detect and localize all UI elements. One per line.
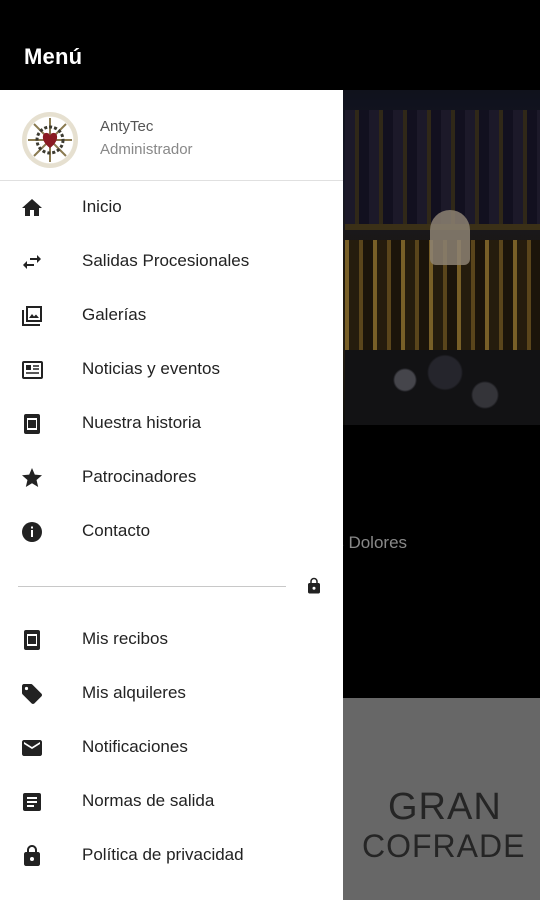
menu-item-label: Patrocinadores [82,467,197,486]
menu-item-patrocinadores[interactable]: Patrocinadores [0,451,343,505]
app-bar: Menú [0,0,540,90]
navigation-drawer: AntyTec Administrador Inicio Salidas Pro… [0,90,343,900]
lock-icon [20,844,44,868]
drawer-header: AntyTec Administrador [0,90,343,181]
private-section-lock-icon [305,577,323,595]
menu-item-galerias[interactable]: Galerías [0,289,343,343]
menu-item-notificaciones[interactable]: Notificaciones [0,721,343,775]
menu-item-label: Política de privacidad [82,845,244,864]
menu-item-noticias[interactable]: Noticias y eventos [0,343,343,397]
document-icon [20,790,44,814]
menu-item-label: Nuestra historia [82,413,202,432]
section-divider [18,586,286,587]
menu-item-label: Galerías [82,305,147,324]
menu-item-politica-de-privacidad[interactable]: Política de privacidad [0,829,343,883]
menu-item-mis-recibos[interactable]: Mis recibos [0,613,343,667]
menu-item-normas-de-salida[interactable]: Normas de salida [0,775,343,829]
receipt-icon [20,628,44,652]
newspaper-icon [20,358,44,382]
photo-gallery-icon [20,304,44,328]
menu-item-label: Notificaciones [82,737,188,756]
user-name: AntyTec [100,118,154,135]
menu-item-label: Contacto [82,521,151,540]
info-icon [20,520,44,544]
avatar[interactable] [22,112,78,168]
menu-item-label: Noticias y eventos [82,359,220,378]
menu-item-mis-alquileres[interactable]: Mis alquileres [0,667,343,721]
user-role: Administrador [100,141,193,158]
swap-arrows-icon [20,250,44,274]
menu-item-salidas-procesionales[interactable]: Salidas Procesionales [0,235,343,289]
app-bar-title: Menú [24,44,83,69]
menu-item-inicio[interactable]: Inicio [0,181,343,235]
menu-item-nuestra-historia[interactable]: Nuestra historia [0,397,343,451]
mail-icon [20,736,44,760]
menu-item-label: Mis alquileres [82,683,186,702]
book-icon [20,412,44,436]
menu-item-label: Mis recibos [82,629,168,648]
star-icon [20,466,44,490]
menu-item-label: Salidas Procesionales [82,251,250,270]
menu-item-label: Inicio [82,197,122,216]
home-icon [20,196,44,220]
menu-item-contacto[interactable]: Contacto [0,505,343,559]
menu-item-label: Normas de salida [82,791,215,810]
crest-icon [28,118,72,162]
tag-icon [20,682,44,706]
